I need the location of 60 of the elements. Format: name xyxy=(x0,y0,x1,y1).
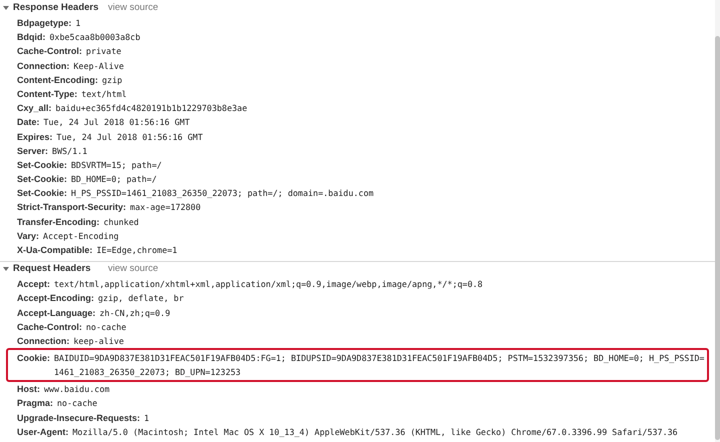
header-value: no-cache xyxy=(57,397,98,410)
section-title[interactable]: Response Headers xyxy=(13,0,103,16)
header-name: Cxy_all: xyxy=(17,102,52,116)
header-value: IE=Edge,chrome=1 xyxy=(96,244,178,257)
header-value: Keep-Alive xyxy=(74,60,124,73)
header-value: keep-alive xyxy=(74,334,124,348)
header-value: no-cache xyxy=(86,320,126,334)
header-name: Bdqid: xyxy=(17,31,46,44)
header-value: Tue, 24 Jul 2018 01:56:16 GMT xyxy=(56,130,203,144)
header-value: BWS/1.1 xyxy=(52,144,88,158)
disclosure-triangle-icon[interactable] xyxy=(3,266,9,272)
header-name: Connection: xyxy=(17,334,70,348)
header-value: text/html xyxy=(81,88,127,101)
section-title[interactable]: Request Headers xyxy=(13,262,103,276)
header-value: BD_HOME=0; path=/ xyxy=(71,173,157,186)
header-name: Cache-Control: xyxy=(17,320,82,334)
header-value: H_PS_PSSID=1461_21083_26350_22073; path=/; domain=.baidu.com xyxy=(71,187,374,200)
view-source-link[interactable]: view source xyxy=(108,262,158,276)
header-value: www.baidu.com xyxy=(44,383,110,396)
header-name: Server: xyxy=(17,144,48,158)
header-name: Cookie: xyxy=(17,352,50,366)
header-name: Upgrade-Insecure-Requests: xyxy=(17,412,140,424)
header-value: gzip xyxy=(102,74,122,87)
header-name: Content-Type: xyxy=(17,88,78,101)
header-name: Set-Cookie: xyxy=(17,158,68,172)
header-name: Set-Cookie: xyxy=(17,173,68,186)
header-value: BDSVRTM=15; path=/ xyxy=(71,158,162,172)
header-name: User-Agent: xyxy=(17,426,69,439)
disclosure-triangle-icon[interactable] xyxy=(3,5,9,11)
header-value: gzip, deflate, br xyxy=(98,292,184,306)
header-name: Connection: xyxy=(17,60,70,73)
header-name: Bdpagetype: xyxy=(17,17,72,30)
header-value: max-age=172800 xyxy=(130,201,201,214)
header-name: Accept: xyxy=(17,278,50,292)
header-name: Vary: xyxy=(17,230,40,243)
header-value: Mozilla/5.0 (Macintosh; Intel Mac OS X 10_13_4) AppleWebKit/537.36 (KHTML, like Gecko) Chrome/67.0.3396.99 Safari/537.36 xyxy=(72,426,678,439)
header-name: Transfer-Encoding: xyxy=(17,216,100,229)
header-name: Content-Encoding: xyxy=(17,74,98,87)
header-value: Accept-Encoding xyxy=(43,230,119,243)
header-value: chunked xyxy=(104,216,139,229)
scrollbar[interactable] xyxy=(715,0,720,442)
header-name: Expires: xyxy=(17,130,53,144)
header-name: Date: xyxy=(17,116,40,130)
header-value: 1 xyxy=(144,412,150,424)
header-value: Tue, 24 Jul 2018 01:56:16 GMT xyxy=(44,116,190,130)
header-value: 1 xyxy=(76,17,81,30)
header-value: baidu+ec365fd4c4820191b1b1229703b8e3ae xyxy=(56,102,248,116)
header-value: 0xbe5caa8b0003a8cb xyxy=(50,31,140,44)
header-name: Pragma: xyxy=(17,397,54,410)
header-name: Set-Cookie: xyxy=(17,187,68,200)
header-name: Accept-Encoding: xyxy=(17,292,94,306)
header-name: X-Ua-Compatible: xyxy=(17,244,93,257)
header-name: Host: xyxy=(17,383,40,396)
view-source-link[interactable]: view source xyxy=(108,0,158,16)
header-name: Strict-Transport-Security: xyxy=(17,201,126,214)
header-value: text/html,application/xhtml+xml,application/xml;q=0.9,image/webp,image/apng,*/*;q=0.8 xyxy=(54,278,483,292)
header-name: Accept-Language: xyxy=(17,306,96,320)
header-name: Cache-Control: xyxy=(17,45,82,58)
header-value: zh-CN,zh;q=0.9 xyxy=(100,306,170,320)
header-value: private xyxy=(86,45,122,58)
